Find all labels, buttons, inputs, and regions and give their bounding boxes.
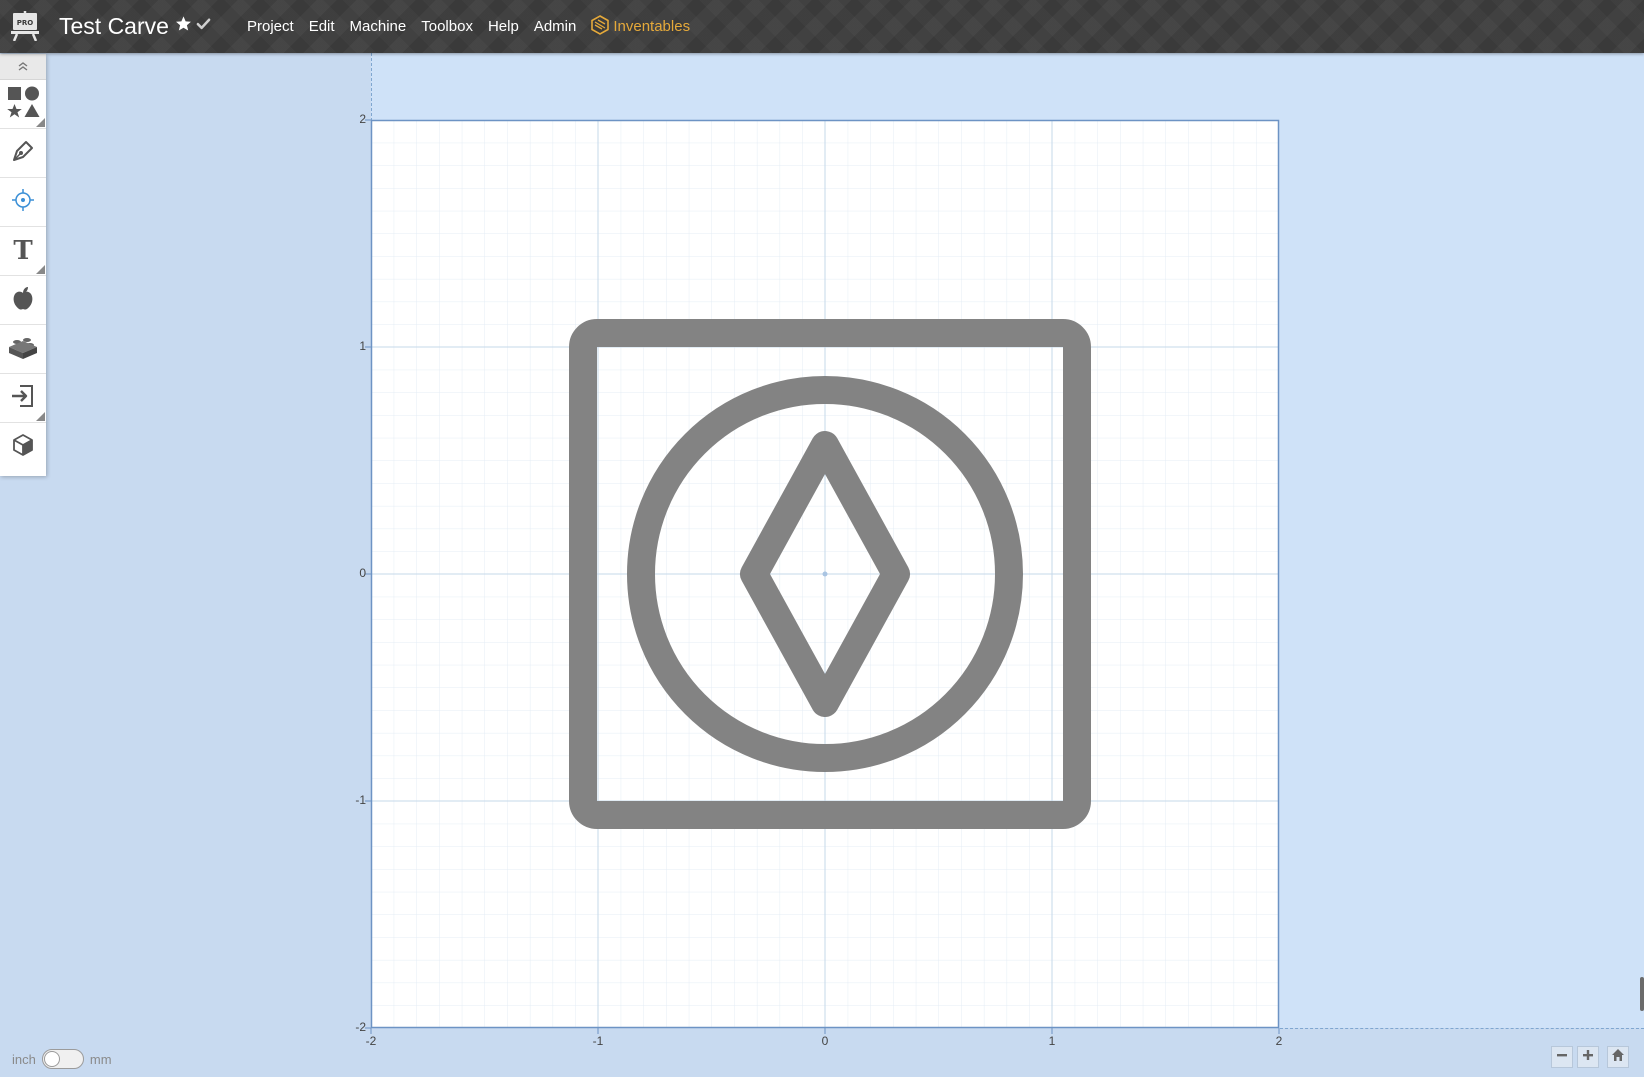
unit-inch-label[interactable]: inch — [12, 1052, 36, 1067]
unit-mm-label[interactable]: mm — [90, 1052, 112, 1067]
parts-library-button[interactable] — [0, 325, 46, 374]
project-title[interactable]: Test Carve — [59, 11, 169, 41]
unit-toggle-switch[interactable] — [41, 1049, 84, 1069]
x-tick-label: 1 — [1049, 1034, 1056, 1048]
zoom-out-button[interactable] — [1551, 1046, 1573, 1068]
apple-icon — [9, 284, 37, 317]
text-tool-icon: T — [13, 236, 33, 266]
side-scroll-handle[interactable] — [1640, 977, 1644, 1011]
origin-dot — [822, 571, 828, 577]
y-tick-label: 1 — [359, 339, 366, 353]
inventables-logo-icon — [591, 14, 610, 39]
menu-inventables[interactable]: Inventables — [591, 14, 691, 39]
plus-icon — [1582, 1048, 1594, 1066]
saved-check-icon — [196, 16, 211, 36]
y-tick-label: -2 — [355, 1020, 366, 1034]
unit-toggle-group: inch mm — [12, 1048, 112, 1070]
zoom-home-button[interactable] — [1607, 1046, 1629, 1068]
x-tick-label: -1 — [593, 1034, 604, 1048]
easel-pro-logo-icon[interactable]: PRO — [11, 11, 39, 42]
3d-box-icon — [11, 433, 35, 462]
main-menu: Project Edit Machine Toolbox Help Admin … — [247, 0, 705, 53]
point-tool-button[interactable] — [0, 178, 46, 227]
star-icon[interactable] — [175, 15, 192, 37]
shapes-icon — [6, 85, 40, 124]
top-bar: PRO Test Carve Project Edit Machine Tool… — [0, 0, 1644, 53]
shapes-tool-button[interactable] — [0, 80, 46, 129]
3d-view-button[interactable] — [0, 423, 46, 471]
inventables-label: Inventables — [613, 18, 691, 35]
menu-project[interactable]: Project — [247, 18, 294, 35]
logo-badge-text: PRO — [17, 19, 34, 27]
toolbar-collapse-button[interactable] — [0, 54, 46, 80]
pen-tool-icon — [10, 138, 36, 169]
left-toolbar: T — [0, 54, 46, 476]
zoom-controls — [1551, 1044, 1629, 1070]
minus-icon — [1556, 1048, 1568, 1066]
toggle-knob — [43, 1051, 60, 1067]
import-icon — [10, 383, 36, 414]
home-icon — [1611, 1048, 1625, 1067]
menu-edit[interactable]: Edit — [309, 18, 335, 35]
y-tick-label: 0 — [359, 566, 366, 580]
pen-tool-button[interactable] — [0, 129, 46, 178]
x-tick-label: -2 — [366, 1034, 377, 1048]
x-tick-label: 0 — [822, 1034, 829, 1048]
double-chevron-up-icon — [18, 58, 28, 76]
apps-button[interactable] — [0, 276, 46, 325]
menu-toolbox[interactable]: Toolbox — [421, 18, 473, 35]
x-tick-label: 2 — [1276, 1034, 1283, 1048]
menu-help[interactable]: Help — [488, 18, 519, 35]
design-canvas[interactable]: 2 1 0 -1 -2 -2 -1 0 1 2 — [0, 0, 1644, 1077]
menu-admin[interactable]: Admin — [534, 18, 577, 35]
zoom-in-button[interactable] — [1577, 1046, 1599, 1068]
import-button[interactable] — [0, 374, 46, 423]
text-tool-button[interactable]: T — [0, 227, 46, 276]
y-tick-label: 2 — [359, 112, 366, 126]
menu-machine[interactable]: Machine — [350, 18, 407, 35]
point-tool-icon — [10, 187, 36, 218]
lego-brick-icon — [8, 335, 38, 364]
y-tick-label: -1 — [355, 793, 366, 807]
